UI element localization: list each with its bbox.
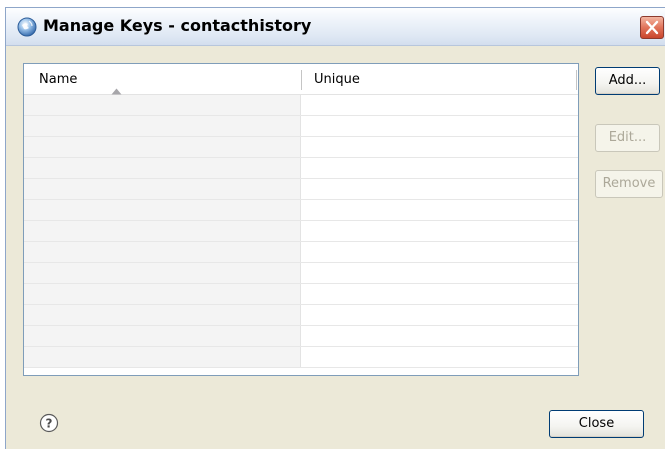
cell-name [24,137,301,157]
cell-unique [301,116,578,136]
cell-unique [301,242,578,262]
table-row[interactable] [24,263,578,284]
cell-name [24,95,301,115]
cell-name [24,347,301,367]
cell-name [24,284,301,304]
table-row[interactable] [24,95,578,116]
remove-button[interactable]: Remove [595,170,663,198]
column-separator[interactable] [576,70,577,90]
cell-unique [301,158,578,178]
cell-name [24,263,301,283]
table-row[interactable] [24,326,578,347]
cell-unique [301,179,578,199]
cell-name [24,305,301,325]
column-separator[interactable] [301,70,302,90]
cell-name [24,158,301,178]
eclipse-globe-icon [17,17,37,37]
close-window-button[interactable] [640,16,664,39]
manage-keys-dialog: Manage Keys - contacthistory Name Unique [5,7,665,449]
column-header-unique[interactable]: Unique [314,64,574,95]
title-bar[interactable]: Manage Keys - contacthistory [6,8,665,46]
table-row[interactable] [24,158,578,179]
help-question-icon[interactable]: ? [39,413,59,433]
table-row[interactable] [24,242,578,263]
cell-unique [301,305,578,325]
add-button[interactable]: Add... [595,67,660,95]
keys-table[interactable]: Name Unique [23,63,579,376]
cell-name [24,116,301,136]
cell-unique [301,263,578,283]
edit-button[interactable]: Edit... [595,124,660,152]
table-row[interactable] [24,200,578,221]
table-row[interactable] [24,347,578,368]
cell-name [24,200,301,220]
cell-unique [301,95,578,115]
cell-unique [301,137,578,157]
svg-text:?: ? [46,417,53,431]
cell-unique [301,326,578,346]
table-row[interactable] [24,221,578,242]
table-row[interactable] [24,137,578,158]
cell-name [24,221,301,241]
table-row[interactable] [24,284,578,305]
close-x-icon [645,20,659,35]
cell-name [24,179,301,199]
cell-unique [301,200,578,220]
column-header-name-label: Name [39,72,78,87]
table-header: Name Unique [24,64,578,95]
cell-unique [301,284,578,304]
window-title: Manage Keys - contacthistory [43,16,312,35]
cell-name [24,326,301,346]
table-row[interactable] [24,116,578,137]
column-header-unique-label: Unique [314,72,360,87]
column-header-name[interactable]: Name [39,64,299,95]
table-body [24,95,578,375]
table-row[interactable] [24,305,578,326]
cell-name [24,242,301,262]
close-button[interactable]: Close [549,410,644,438]
table-row[interactable] [24,179,578,200]
cell-unique [301,347,578,367]
cell-unique [301,221,578,241]
